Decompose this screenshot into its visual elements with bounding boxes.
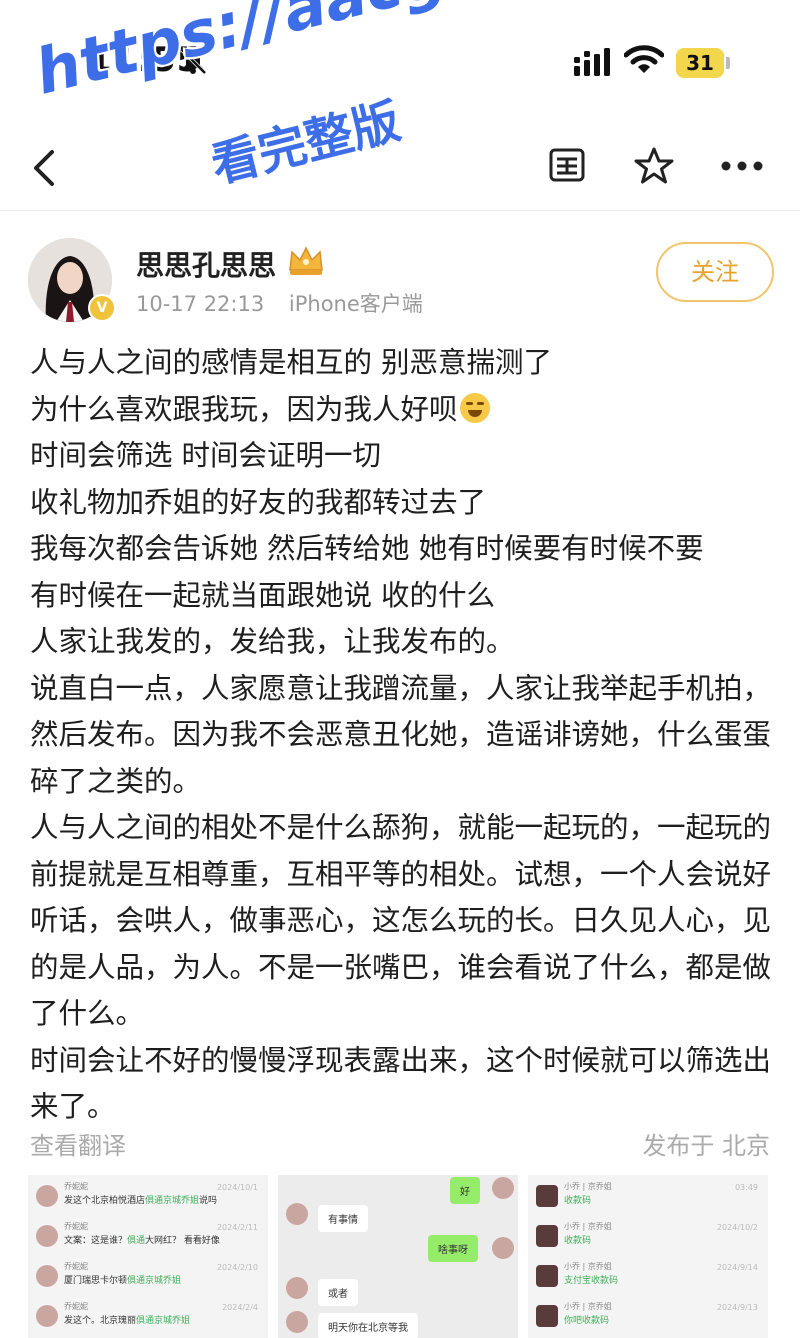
mini-text: 你吧收款码 [564, 1316, 610, 1326]
mini-text: 厦门瑞思卡尔顿俱通京城乔姐 [64, 1276, 182, 1286]
mini-text: 发这个。北京瑰丽俱通京城乔姐 [64, 1316, 191, 1326]
post-line: 有时候在一起就当面跟她说 收的什么 [30, 578, 496, 612]
chat-row: 小乔 | 京乔姐 你吧收款码 2024/9/13 [536, 1301, 764, 1337]
mini-avatar [536, 1305, 558, 1327]
mini-avatar [286, 1311, 308, 1333]
mini-date: 2024/10/2 [716, 1223, 758, 1232]
mini-avatar [286, 1277, 308, 1299]
post-line: 人与人之间的相处不是什么舔狗，就能一起玩的，一起玩的前提就是互相尊重，互相平等的… [30, 811, 772, 1030]
mini-avatar [36, 1305, 58, 1327]
mini-avatar [536, 1225, 558, 1247]
chat-row: 乔妮妮 发这个北京柏悦酒店俱通京城乔姐说吗 2024/10/1 [36, 1181, 264, 1217]
chat-bubble: 或者 [318, 1279, 358, 1306]
mini-name: 乔妮妮 [64, 1222, 88, 1231]
post-footer: 查看翻译 发布于 北京 [0, 1120, 800, 1160]
chat-row: 乔妮妮 文案：这是谁？俱通大网红？ 看看好像 2024/2/11 [36, 1221, 264, 1257]
mini-avatar [492, 1237, 514, 1259]
mini-date: 2024/2/4 [222, 1303, 258, 1312]
image-thumbnail-2[interactable]: 好 有事情 啥事呀 或者 明天你在北京等我 [278, 1175, 518, 1338]
follow-button[interactable]: 关注 [656, 242, 774, 302]
post-line: 时间会筛选 时间会证明一切 [30, 439, 382, 472]
chat-row: 乔妮妮 发这个。北京瑰丽俱通京城乔姐 2024/2/4 [36, 1301, 264, 1337]
laughing-emoji-icon [459, 392, 490, 423]
star-icon[interactable] [634, 146, 674, 186]
mini-name: 乔妮妮 [64, 1182, 88, 1191]
post-line-text: 为什么喜欢跟我玩，因为我人好呗 [30, 392, 458, 426]
signal-icon [574, 48, 610, 76]
post-date: 10-17 22:13 [136, 292, 265, 316]
chat-row: 小乔 | 京乔姐 收款码 03:49 [536, 1181, 764, 1217]
chat-bubble: 啥事呀 [428, 1235, 478, 1262]
chat-bubble: 好 [450, 1177, 480, 1204]
mini-text: 收款码 [564, 1196, 592, 1206]
battery-tip [726, 57, 730, 69]
mini-text: 支付宝收款码 [564, 1276, 619, 1286]
verified-badge-icon: V [88, 294, 116, 322]
wifi-icon [624, 45, 664, 73]
more-icon[interactable] [720, 160, 764, 172]
mini-name: 小乔 | 京乔姐 [564, 1262, 612, 1271]
post-meta: 10-17 22:13 iPhone客户端 [136, 288, 423, 318]
post-line: 人家让我发的，发给我，让我发布的。 [30, 625, 515, 658]
battery-icon: 31 [676, 48, 724, 78]
chat-row: 乔妮妮 厦门瑞思卡尔顿俱通京城乔姐 2024/2/10 [36, 1261, 264, 1297]
mini-text: 发这个北京柏悦酒店俱通京城乔姐说吗 [64, 1196, 218, 1206]
mini-avatar [536, 1185, 558, 1207]
post-client: iPhone客户端 [288, 292, 423, 316]
post-line: 时间会让不好的慢慢浮现表露出来，这个时候就可以筛选出来了。 [30, 1043, 772, 1124]
mini-text: 收款码 [564, 1236, 592, 1246]
author-header: V 思思孔思思 10-17 22:13 iPhone客户端 关注 [0, 230, 800, 330]
post-line: 收礼物加乔姐的好友的我都转过去了 [30, 485, 487, 519]
mini-date: 2024/2/10 [216, 1263, 258, 1272]
mini-date: 2024/9/14 [716, 1263, 758, 1272]
status-bar: 11:55 31 [0, 0, 800, 120]
bell-muted-icon [180, 48, 207, 75]
image-thumbnail-3[interactable]: 小乔 | 京乔姐 收款码 03:49 小乔 | 京乔姐 收款码 2024/10/… [528, 1175, 768, 1338]
mini-name: 乔妮妮 [64, 1262, 88, 1271]
post-line: 说直白一点，人家愿意让我蹭流量，人家让我举起手机拍，然后发布。因为我不会恶意丑化… [30, 671, 772, 798]
mini-name: 小乔 | 京乔姐 [564, 1302, 612, 1311]
chat-bubble: 明天你在北京等我 [318, 1313, 418, 1338]
image-grid: 乔妮妮 发这个北京柏悦酒店俱通京城乔姐说吗 2024/10/1 乔妮妮 文案：这… [28, 1175, 772, 1338]
mini-avatar [36, 1225, 58, 1247]
nav-bar [0, 120, 800, 211]
reader-mode-icon[interactable] [548, 146, 586, 184]
mini-avatar [36, 1265, 58, 1287]
chat-bubble: 有事情 [318, 1205, 368, 1232]
chat-row: 小乔 | 京乔姐 收款码 2024/10/2 [536, 1221, 764, 1257]
published-location: 发布于 北京 [642, 1132, 770, 1160]
mini-name: 小乔 | 京乔姐 [564, 1222, 612, 1231]
mini-avatar [536, 1265, 558, 1287]
mini-text: 文案：这是谁？俱通大网红？ 看看好像 [64, 1236, 220, 1246]
mini-name: 乔妮妮 [64, 1302, 88, 1311]
mini-date: 03:49 [734, 1183, 758, 1192]
author-name[interactable]: 思思孔思思 [136, 244, 276, 284]
mini-avatar [492, 1177, 514, 1199]
mini-date: 2024/2/11 [216, 1223, 258, 1232]
mini-avatar [286, 1203, 308, 1225]
mini-avatar [36, 1185, 58, 1207]
mini-name: 小乔 | 京乔姐 [564, 1182, 612, 1191]
chat-row: 小乔 | 京乔姐 支付宝收款码 2024/9/14 [536, 1261, 764, 1297]
translate-link[interactable]: 查看翻译 [30, 1126, 126, 1161]
mini-date: 2024/9/13 [716, 1303, 758, 1312]
post-line: 我每次都会告诉她 然后转给她 她有时候要有时候不要 [30, 532, 704, 565]
back-arrow-icon[interactable] [30, 148, 58, 188]
post-line: 人与人之间的感情是相互的 别恶意揣测了 [30, 346, 553, 379]
crown-badge-icon [289, 246, 323, 275]
post-body: 人与人之间的感情是相互的 别恶意揣测了 为什么喜欢跟我玩，因为我人好呗 时间会筛… [30, 340, 775, 1131]
post-line: 为什么喜欢跟我玩，因为我人好呗 [30, 387, 775, 434]
battery-level: 31 [686, 51, 714, 75]
image-thumbnail-1[interactable]: 乔妮妮 发这个北京柏悦酒店俱通京城乔姐说吗 2024/10/1 乔妮妮 文案：这… [28, 1175, 268, 1338]
mini-date: 2024/10/1 [216, 1183, 258, 1192]
